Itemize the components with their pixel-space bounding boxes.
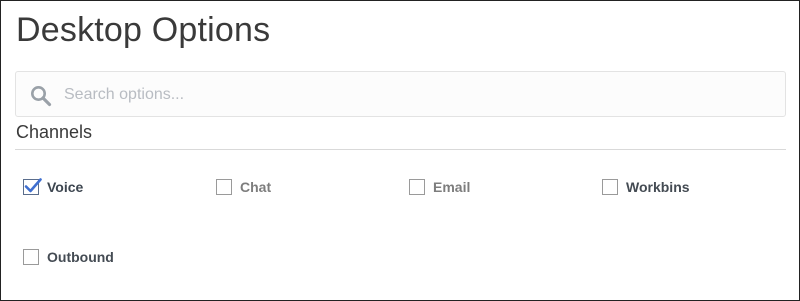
section-divider [15,149,786,150]
channels-heading: Channels [16,122,93,142]
email-checkbox[interactable] [409,179,425,195]
search-input[interactable] [64,80,764,110]
email-label: Email [433,179,471,195]
chat-label: Chat [240,179,272,195]
voice-checkbox[interactable] [23,178,42,195]
workbins-label: Workbins [626,179,690,195]
channel-option-chat[interactable]: Chat [216,177,271,197]
outbound-checkbox[interactable] [23,249,39,265]
search-box[interactable] [15,71,786,117]
channel-option-email[interactable]: Email [409,177,470,197]
voice-label: Voice [47,179,84,195]
chat-checkbox[interactable] [216,179,232,195]
page-title: Desktop Options [16,11,271,49]
channel-option-outbound[interactable]: Outbound [23,247,114,267]
workbins-checkbox[interactable] [602,179,618,195]
search-icon [29,84,53,108]
channel-option-workbins[interactable]: Workbins [602,177,690,197]
outbound-label: Outbound [47,249,114,265]
checkmark-icon [24,178,42,193]
desktop-options-panel: Desktop Options Channels Voice Chat Emai… [0,0,800,301]
channel-option-voice[interactable]: Voice [23,177,83,197]
